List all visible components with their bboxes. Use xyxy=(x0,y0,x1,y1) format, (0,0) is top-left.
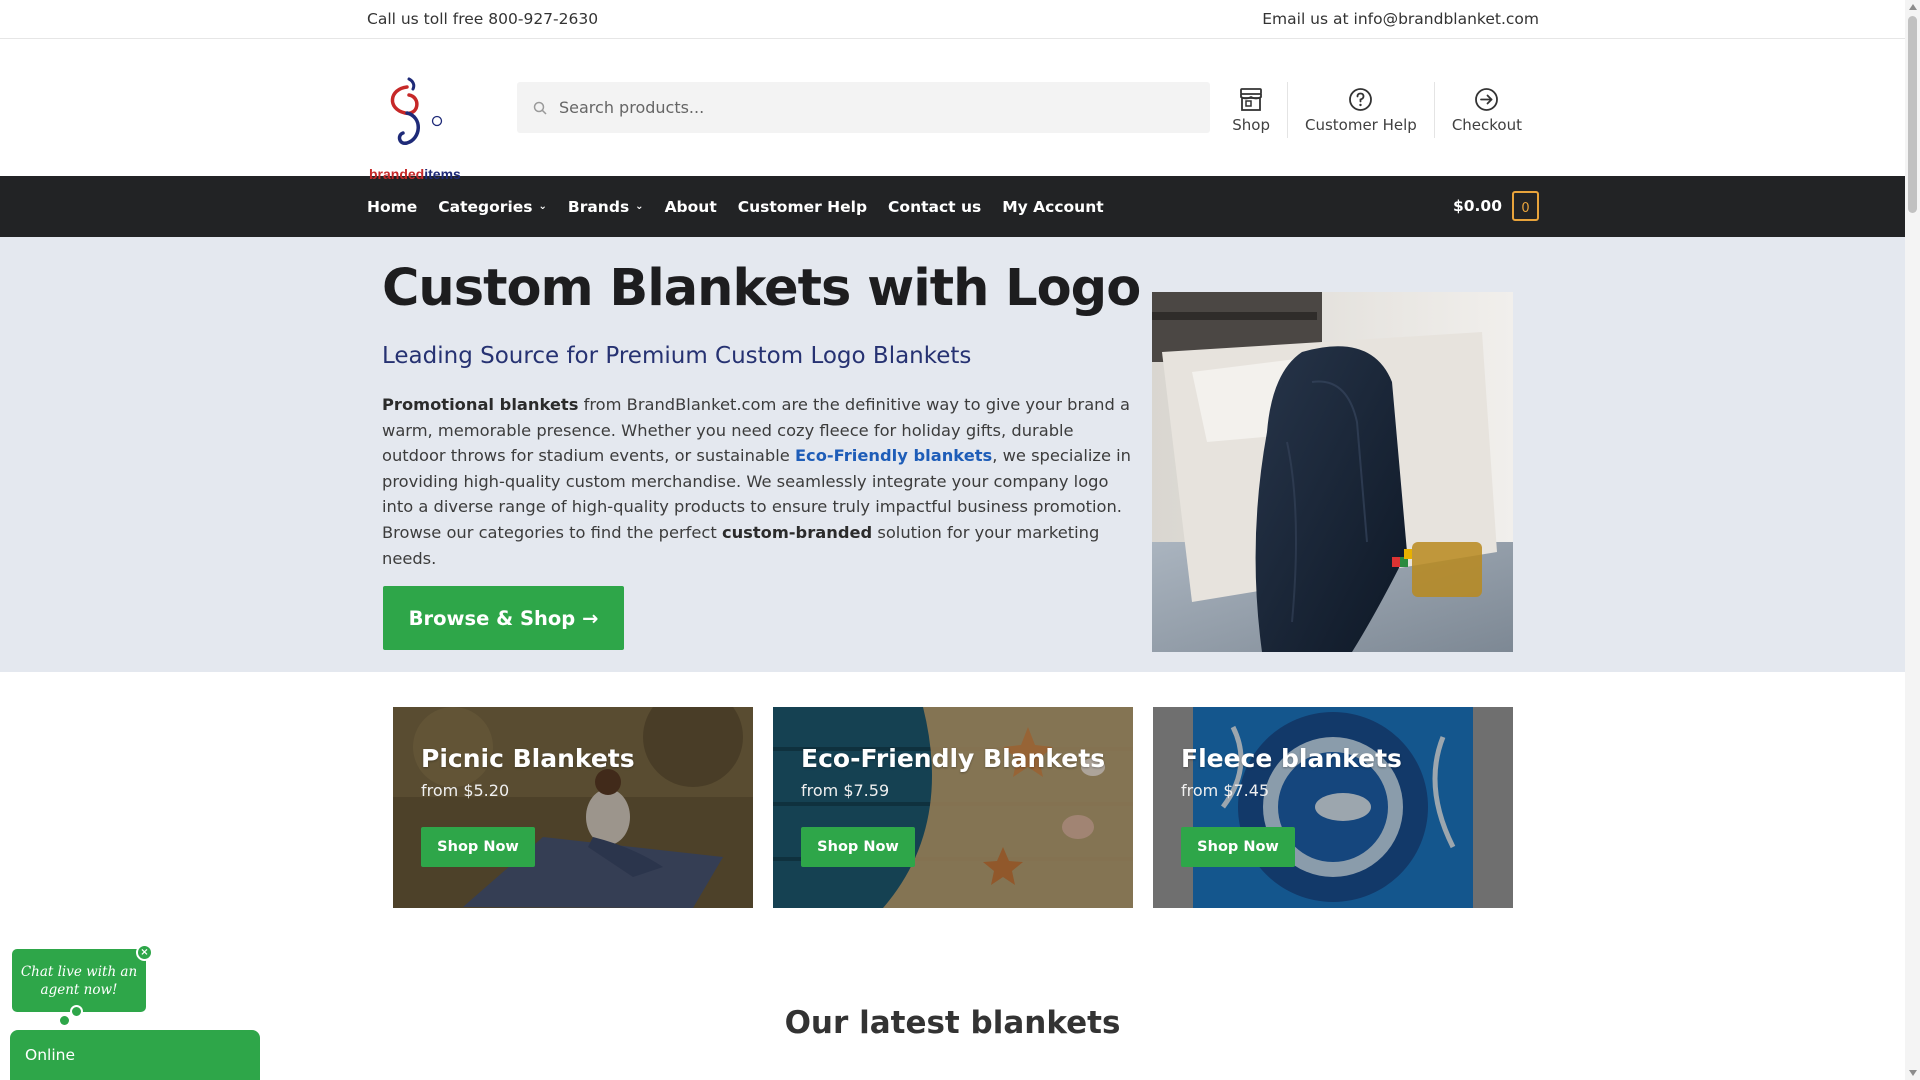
header-link-customer-help[interactable]: Customer Help xyxy=(1286,82,1434,138)
latest-blankets-heading: Our latest blankets xyxy=(784,1005,1121,1041)
main-nav: Home Categories ⌄ Brands ⌄ About Customer … xyxy=(0,176,1905,237)
nav-item-home-label: Home xyxy=(367,197,418,216)
nav-item-customer-help[interactable]: Customer Help xyxy=(738,198,867,216)
category-title: Eco-Friendly Blankets xyxy=(801,744,1106,773)
header-link-checkout[interactable]: Checkout xyxy=(1433,82,1539,138)
nav-item-home[interactable]: Home xyxy=(367,198,417,216)
site-header: brandeditems Shop xyxy=(0,39,1905,182)
category-card-eco-friendly[interactable]: Eco-Friendly Blankets from $7.59 Shop No… xyxy=(773,707,1133,908)
chat-bubble-tail xyxy=(70,1005,83,1018)
page: Call us toll free 800-927-2630 Email us … xyxy=(0,0,1905,1080)
nav-item-brands-label: Brands xyxy=(567,197,630,216)
shop-now-button[interactable]: Shop Now xyxy=(801,827,915,867)
eco-friendly-link[interactable]: Eco-Friendly blankets xyxy=(795,446,992,465)
browse-shop-button[interactable]: Browse & Shop → xyxy=(383,586,624,650)
category-price: from $7.59 xyxy=(801,781,890,800)
cart-total: $0.00 xyxy=(1452,197,1502,215)
category-card-fleece[interactable]: Fleece blankets from $7.45 Shop Now xyxy=(1153,707,1513,908)
card-shade xyxy=(1153,707,1513,908)
chat-invite-bubble[interactable]: Chat live with an agent now! xyxy=(12,949,146,1012)
hero-subtitle: Leading Source for Premium Custom Logo B… xyxy=(382,343,972,369)
category-price: from $5.20 xyxy=(421,781,510,800)
nav-item-categories-label: Categories xyxy=(438,197,533,216)
scrollbar-thumb[interactable] xyxy=(1908,16,1917,213)
nav-item-about-label: About xyxy=(664,197,717,216)
nav-item-categories[interactable]: Categories ⌄ xyxy=(438,198,547,216)
header-link-customer-help-label: Customer Help xyxy=(1304,115,1417,134)
shop-now-button[interactable]: Shop Now xyxy=(421,827,535,867)
phone-text: Call us toll free 800-927-2630 xyxy=(367,10,599,28)
store-icon xyxy=(1240,87,1263,111)
category-cards: Picnic Blankets from $5.20 Shop Now Eco-… xyxy=(393,707,1513,908)
search-input[interactable] xyxy=(559,98,1159,117)
cart-count-badge: 0 xyxy=(1512,191,1539,221)
top-bar: Call us toll free 800-927-2630 Email us … xyxy=(0,0,1905,39)
chat-online-tab[interactable]: Online xyxy=(10,1030,260,1080)
card-shade xyxy=(393,707,753,908)
nav-item-my-account[interactable]: My Account xyxy=(1002,198,1103,216)
header-link-shop-label: Shop xyxy=(1232,115,1270,134)
chat-bubble-tail-small xyxy=(60,1016,69,1025)
category-card-picnic[interactable]: Picnic Blankets from $5.20 Shop Now xyxy=(393,707,753,908)
site-logo[interactable]: brandeditems xyxy=(369,73,469,185)
scroll-up-arrow-icon[interactable] xyxy=(1909,4,1917,10)
cart-button[interactable]: $0.00 0 xyxy=(1453,191,1539,221)
nav-item-contact-us[interactable]: Contact us xyxy=(888,198,981,216)
category-title: Fleece blankets xyxy=(1181,744,1402,773)
logo-mark-icon xyxy=(390,77,443,145)
category-title: Picnic Blankets xyxy=(421,744,635,773)
email-text[interactable]: Email us at info@brandblanket.com xyxy=(1262,10,1539,28)
hero-description: Promotional blankets from BrandBlanket.c… xyxy=(382,392,1140,571)
chevron-down-icon: ⌄ xyxy=(635,201,644,212)
scroll-down-arrow-icon[interactable] xyxy=(1909,1070,1917,1076)
close-icon[interactable]: × xyxy=(136,944,153,961)
header-link-checkout-label: Checkout xyxy=(1451,115,1522,134)
hero-bold-custom-branded: custom-branded xyxy=(721,522,873,542)
search-icon xyxy=(533,101,547,115)
nav-item-brands[interactable]: Brands ⌄ xyxy=(568,198,644,216)
hero-section: Custom Blankets with Logo Leading Source… xyxy=(0,237,1905,672)
category-price: from $7.45 xyxy=(1181,781,1270,800)
shop-now-button[interactable]: Shop Now xyxy=(1181,827,1295,867)
question-circle-icon xyxy=(1349,87,1373,111)
chevron-down-icon: ⌄ xyxy=(538,201,547,212)
nav-item-customer-help-label: Customer Help xyxy=(737,197,868,216)
vertical-scrollbar[interactable] xyxy=(1905,0,1920,1080)
card-shade xyxy=(773,707,1133,908)
hero-title: Custom Blankets with Logo xyxy=(382,259,1141,318)
header-link-shop[interactable]: Shop xyxy=(1215,82,1287,138)
nav-item-contact-us-label: Contact us xyxy=(888,197,982,216)
header-links: Shop Customer Help Checkout xyxy=(1215,82,1539,138)
hero-bold-promotional: Promotional blankets xyxy=(382,395,579,414)
nav-item-about[interactable]: About xyxy=(665,198,717,216)
arrow-right-circle-icon xyxy=(1475,87,1499,111)
search-bar xyxy=(517,82,1210,133)
nav-item-my-account-label: My Account xyxy=(1002,197,1104,216)
hero-blanket-image xyxy=(1152,292,1513,652)
